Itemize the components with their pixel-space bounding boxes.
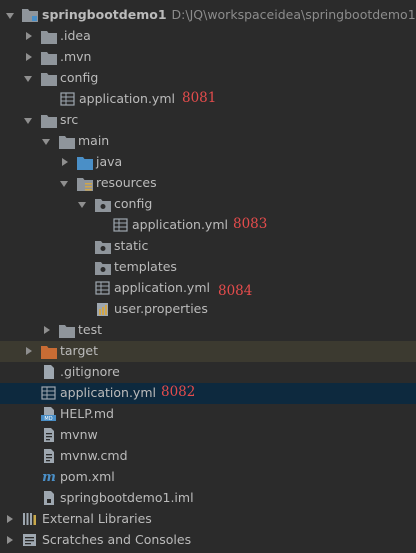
library-icon bbox=[23, 513, 36, 525]
item-label: pom.xml bbox=[60, 469, 115, 484]
item-label: templates bbox=[114, 259, 177, 274]
tree-row-resources-config[interactable]: config bbox=[0, 194, 416, 215]
chevron-down-icon[interactable] bbox=[6, 13, 14, 19]
item-label: src bbox=[60, 112, 79, 127]
folder-icon bbox=[41, 31, 57, 44]
chevron-right-icon[interactable] bbox=[44, 326, 50, 334]
item-label: config bbox=[114, 196, 153, 211]
chevron-down-icon[interactable] bbox=[24, 76, 32, 82]
scratches-icon bbox=[23, 534, 36, 546]
tree-row-templates[interactable]: templates bbox=[0, 257, 416, 278]
item-label: HELP.md bbox=[60, 406, 114, 421]
folder-icon bbox=[41, 52, 57, 65]
tree-row-pom-xml[interactable]: m pom.xml bbox=[0, 467, 416, 488]
tree-row-resources-config-application-yml[interactable]: application.yml 8083 bbox=[0, 215, 416, 236]
tree-row-java[interactable]: java bbox=[0, 152, 416, 173]
tree-row-root[interactable]: springbootdemo1 D:\JQ\workspaceidea\sprin… bbox=[0, 5, 416, 26]
excluded-folder-icon bbox=[41, 346, 57, 359]
item-label: springbootdemo1.iml bbox=[60, 490, 194, 505]
package-folder-icon bbox=[95, 199, 111, 212]
chevron-down-icon[interactable] bbox=[24, 118, 32, 124]
folder-icon bbox=[59, 136, 75, 149]
port-annotation: 8084 bbox=[218, 283, 253, 299]
item-label: java bbox=[96, 154, 123, 169]
tree-row-test[interactable]: test bbox=[0, 320, 416, 341]
chevron-down-icon[interactable] bbox=[78, 202, 86, 208]
root-name: springbootdemo1 bbox=[42, 7, 167, 22]
svg-text:m: m bbox=[42, 470, 56, 483]
tree-row-target[interactable]: target bbox=[0, 341, 416, 362]
chevron-right-icon[interactable] bbox=[7, 515, 13, 523]
properties-file-icon bbox=[97, 303, 108, 316]
folder-icon bbox=[41, 115, 57, 128]
tree-row-config[interactable]: config bbox=[0, 68, 416, 89]
chevron-down-icon[interactable] bbox=[60, 181, 68, 187]
tree-row-mvn[interactable]: .mvn bbox=[0, 47, 416, 68]
root-path: D:\JQ\workspaceidea\springbootdemo1 bbox=[171, 7, 416, 22]
project-tree: springbootdemo1 D:\JQ\workspaceidea\sprin… bbox=[0, 0, 416, 553]
package-folder-icon bbox=[95, 241, 111, 254]
source-folder-icon bbox=[77, 157, 93, 170]
tree-row-resources-application-yml[interactable]: application.yml 8084 bbox=[0, 278, 416, 299]
item-label: application.yml bbox=[60, 385, 156, 400]
chevron-down-icon[interactable] bbox=[42, 139, 50, 145]
item-label: mvnw.cmd bbox=[60, 448, 128, 463]
item-label: .gitignore bbox=[60, 364, 120, 379]
folder-icon bbox=[41, 73, 57, 86]
tree-row-mvnw[interactable]: mvnw bbox=[0, 425, 416, 446]
item-label: test bbox=[78, 322, 103, 337]
tree-row-external-libraries[interactable]: External Libraries bbox=[0, 509, 416, 530]
module-file-icon bbox=[44, 491, 54, 505]
yaml-file-icon bbox=[113, 218, 128, 232]
chevron-right-icon[interactable] bbox=[7, 536, 13, 544]
item-label: application.yml bbox=[79, 91, 175, 106]
item-label: mvnw bbox=[60, 427, 98, 442]
tree-row-src[interactable]: src bbox=[0, 110, 416, 131]
tree-row-help-md[interactable]: MD HELP.md bbox=[0, 404, 416, 425]
markdown-file-icon: MD bbox=[41, 407, 56, 421]
item-label: target bbox=[60, 343, 99, 358]
tree-row-root-application-yml[interactable]: application.yml 8082 bbox=[0, 383, 416, 404]
tree-row-main[interactable]: main bbox=[0, 131, 416, 152]
tree-row-iml[interactable]: springbootdemo1.iml bbox=[0, 488, 416, 509]
chevron-right-icon[interactable] bbox=[26, 53, 32, 61]
module-folder-icon bbox=[22, 9, 38, 22]
item-label: user.properties bbox=[114, 301, 208, 316]
text-file-icon bbox=[44, 365, 54, 379]
tree-row-gitignore[interactable]: .gitignore bbox=[0, 362, 416, 383]
yaml-file-icon bbox=[95, 281, 110, 295]
yaml-file-icon bbox=[60, 92, 75, 106]
port-annotation: 8081 bbox=[182, 90, 217, 106]
tree-row-resources[interactable]: resources bbox=[0, 173, 416, 194]
item-label: config bbox=[60, 70, 99, 85]
item-label: static bbox=[114, 238, 149, 253]
port-annotation: 8083 bbox=[233, 216, 268, 232]
item-label: resources bbox=[96, 175, 157, 190]
maven-icon: m bbox=[42, 470, 56, 483]
port-annotation: 8082 bbox=[161, 384, 196, 400]
tree-row-scratches[interactable]: Scratches and Consoles bbox=[0, 530, 416, 551]
item-label: External Libraries bbox=[42, 511, 152, 526]
tree-row-config-application-yml[interactable]: application.yml 8081 bbox=[0, 89, 416, 110]
item-label: main bbox=[78, 133, 110, 148]
item-label: application.yml bbox=[114, 280, 210, 295]
svg-text:MD: MD bbox=[44, 416, 52, 421]
item-label: Scratches and Consoles bbox=[42, 532, 192, 547]
tree-row-user-properties[interactable]: user.properties bbox=[0, 299, 416, 320]
item-label: application.yml bbox=[132, 217, 228, 232]
tree-row-static[interactable]: static bbox=[0, 236, 416, 257]
script-file-icon bbox=[44, 428, 54, 442]
resources-folder-icon bbox=[77, 178, 93, 191]
tree-row-idea[interactable]: .idea bbox=[0, 26, 416, 47]
item-label: .mvn bbox=[60, 49, 92, 64]
folder-icon bbox=[59, 325, 75, 338]
tree-row-mvnw-cmd[interactable]: mvnw.cmd bbox=[0, 446, 416, 467]
item-label: .idea bbox=[60, 28, 91, 43]
chevron-right-icon[interactable] bbox=[26, 32, 32, 40]
chevron-right-icon[interactable] bbox=[62, 158, 68, 166]
chevron-right-icon[interactable] bbox=[26, 347, 32, 355]
yaml-file-icon bbox=[41, 386, 56, 400]
script-file-icon bbox=[44, 449, 54, 463]
package-folder-icon bbox=[95, 262, 111, 275]
